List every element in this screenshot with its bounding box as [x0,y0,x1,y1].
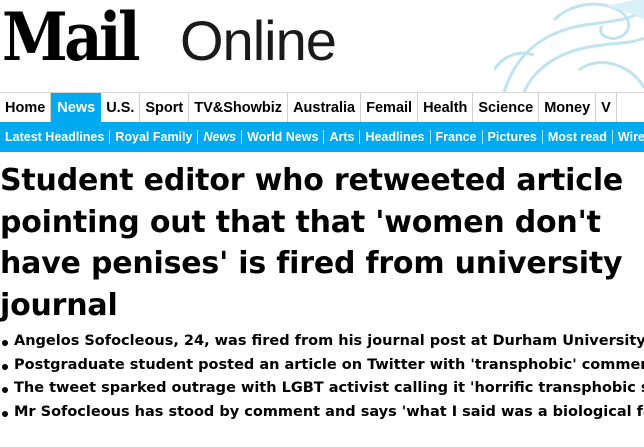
summary-bullet-text: Angelos Sofocleous, 24, was fired from h… [14,333,644,349]
subnav-latest-headlines[interactable]: Latest Headlines [0,130,111,144]
secondary-nav: Latest Headlines Royal Family News World… [0,122,644,152]
summary-bullet-text: The tweet sparked outrage with LGBT acti… [14,380,644,396]
logo-mail-text: Mail [2,0,141,76]
summary-bullet: Postgraduate student posted an article o… [0,354,644,378]
subnav-royal-family[interactable]: Royal Family [110,130,199,144]
nav-item-news[interactable]: News [51,93,102,122]
subnav-arts[interactable]: Arts [324,130,361,144]
article-summary-bullets: Angelos Sofocleous, 24, was fired from h… [0,330,644,424]
summary-bullet: Angelos Sofocleous, 24, was fired from h… [0,330,644,354]
subnav-pictures[interactable]: Pictures [483,130,543,144]
nav-item-australia[interactable]: Australia [288,93,362,122]
subnav-most-read[interactable]: Most read [543,130,613,144]
nav-item-sport[interactable]: Sport [140,93,190,122]
article-headline: Student editor who retweeted article poi… [0,160,644,326]
nav-item-us[interactable]: U.S. [101,93,141,122]
masthead: Mail Online [0,0,644,92]
headline-line: journal [0,287,118,323]
bullet-dot-icon [2,363,8,370]
nav-item-money[interactable]: Money [539,93,597,122]
nav-item-health[interactable]: Health [418,93,474,122]
subnav-wires[interactable]: Wires [613,130,644,144]
mailonline-logo[interactable]: Mail Online [2,0,337,76]
bullet-dot-icon [2,340,8,346]
headline-line: have penises' is fired from university [0,246,623,281]
nav-item-femail[interactable]: Femail [361,93,419,122]
bullet-dot-icon [2,387,8,393]
subnav-news[interactable]: News [198,130,243,144]
headline-line: pointing out that that 'women don't [0,204,601,240]
subnav-headlines[interactable]: Headlines [360,130,431,144]
summary-bullet-text: Postgraduate student posted an article o… [14,356,644,373]
summary-bullet: Mr Sofocleous has stood by comment and s… [0,401,644,425]
nav-item-tv-showbiz[interactable]: TV&Showbiz [189,93,289,122]
summary-bullet: The tweet sparked outrage with LGBT acti… [0,377,644,401]
subnav-world-news[interactable]: World News [242,130,325,144]
headline-line: Student editor who retweeted article [0,163,624,198]
logo-online-text: Online [180,9,337,72]
primary-nav: Home News U.S. Sport TV&Showbiz Australi… [0,92,644,122]
bullet-dot-icon [2,410,8,417]
decorative-swirl-graphic [494,0,644,92]
nav-item-home[interactable]: Home [0,93,52,122]
subnav-france[interactable]: France [431,130,483,144]
nav-item-science[interactable]: Science [473,93,540,122]
summary-bullet-text: Mr Sofocleous has stood by comment and s… [14,403,644,420]
nav-item-video[interactable]: V [596,93,617,122]
